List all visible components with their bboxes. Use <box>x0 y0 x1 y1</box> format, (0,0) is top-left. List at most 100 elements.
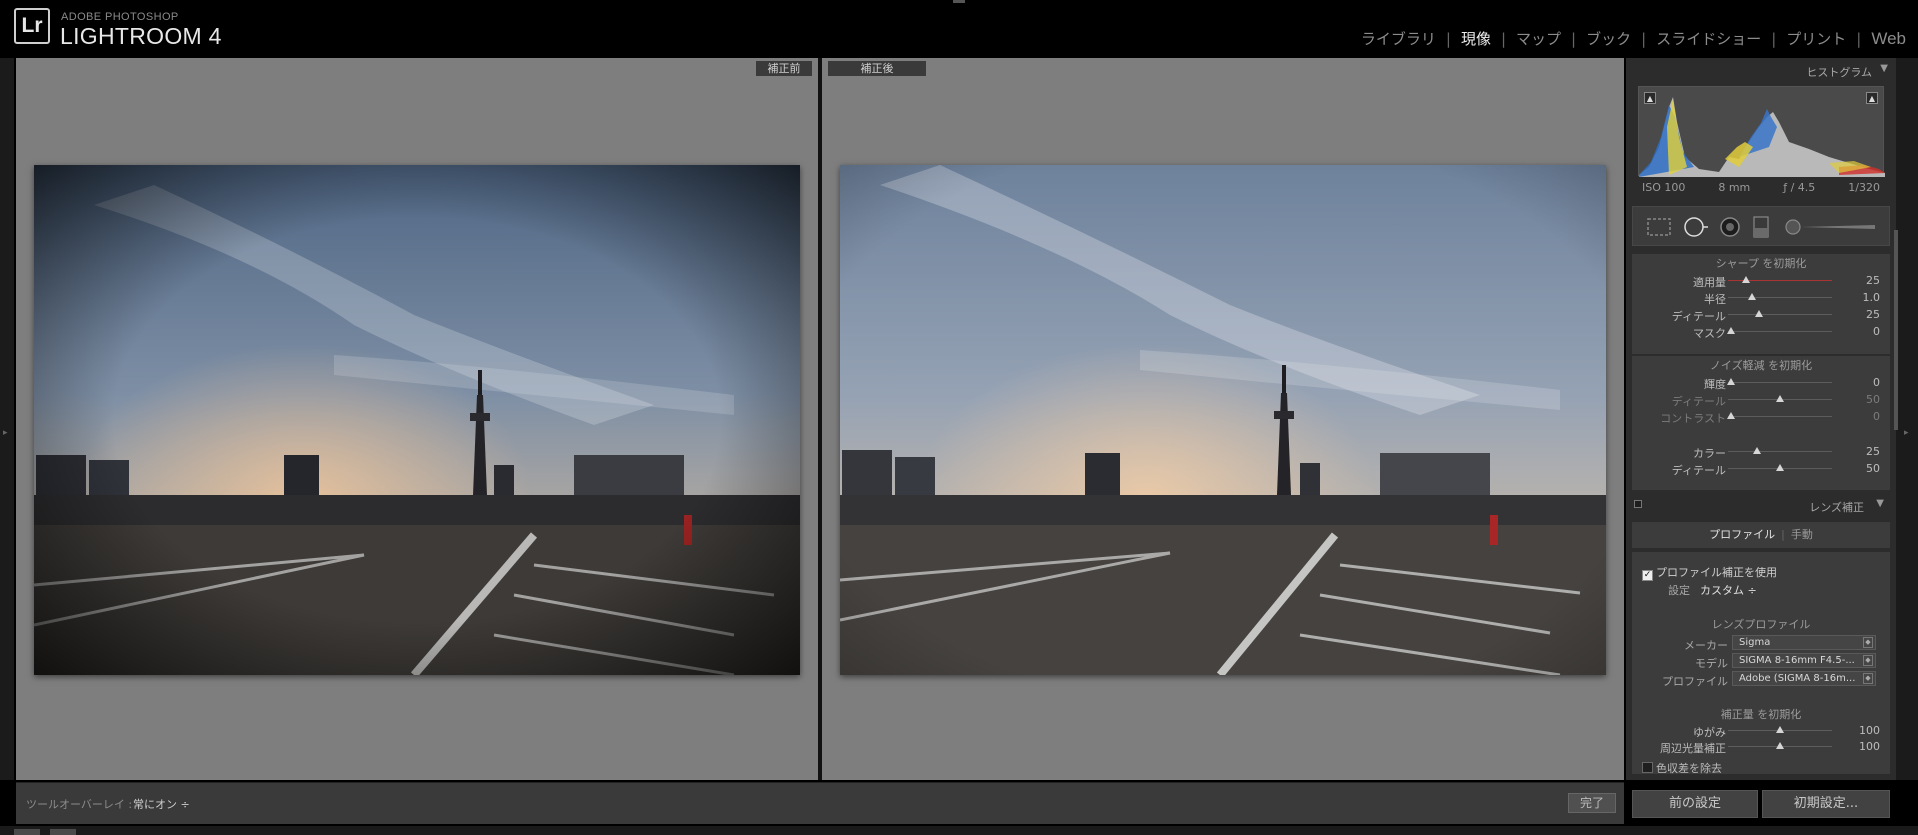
slider-thumb[interactable] <box>1741 276 1750 283</box>
noise-slider-3[interactable]: カラー 25 <box>1632 443 1890 460</box>
top-panel-toggle[interactable] <box>953 0 965 3</box>
module-book[interactable]: ブック <box>1576 28 1641 49</box>
tab-manual[interactable]: 手動 <box>1791 528 1813 541</box>
noise-section: ノイズ軽減 を初期化 輝度 0 ディテール 50 コントラスト 0 カラー 25 ディテール 50 <box>1632 356 1890 490</box>
histogram-header[interactable]: ヒストグラム ▼ <box>1626 58 1896 82</box>
model-select[interactable]: SIGMA 8-16mm F4.5-... ◆ <box>1732 653 1876 668</box>
filmstrip-tab-1[interactable] <box>14 829 40 835</box>
setup-select[interactable]: 設定 カスタム ÷ <box>1668 582 1757 598</box>
brand-subtitle: ADOBE PHOTOSHOP <box>61 11 179 23</box>
sharpen-slider-0[interactable]: 適用量 25 <box>1632 272 1890 289</box>
setup-value: カスタム ÷ <box>1700 584 1757 597</box>
sharpen-slider-3[interactable]: マスク 0 <box>1632 323 1890 340</box>
sharpen-slider-2[interactable]: ディテール 25 <box>1632 306 1890 323</box>
module-map[interactable]: マップ <box>1506 28 1571 49</box>
vignette-value[interactable]: 100 <box>1859 740 1880 753</box>
done-button[interactable]: 完了 <box>1568 793 1616 813</box>
noise-slider-4[interactable]: ディテール 50 <box>1632 460 1890 477</box>
slider-track <box>1728 382 1832 383</box>
sharpen-reset[interactable]: シャープ を初期化 <box>1632 256 1890 272</box>
brand-title: LIGHTROOM 4 <box>60 23 222 49</box>
highlight-clipping-toggle[interactable]: ▲ <box>1866 92 1878 104</box>
lightroom-logo: Lr <box>14 8 50 44</box>
distortion-slider[interactable]: ゆがみ 100 <box>1632 722 1890 739</box>
spot-removal-icon[interactable] <box>1683 216 1709 242</box>
enable-profile-label: プロファイル補正を使用 <box>1656 566 1777 579</box>
slider-label: ディテール <box>1671 395 1726 408</box>
before-photo[interactable] <box>34 165 800 675</box>
slider-value[interactable]: 50 <box>1866 462 1880 475</box>
slider-label: 適用量 <box>1693 276 1726 289</box>
module-slideshow[interactable]: スライドショー <box>1646 28 1771 49</box>
profile-select[interactable]: Adobe (SIGMA 8-16m... ◆ <box>1732 671 1876 686</box>
distortion-value[interactable]: 100 <box>1859 724 1880 737</box>
slider-thumb[interactable] <box>1727 327 1736 334</box>
slider-value[interactable]: 1.0 <box>1863 291 1881 304</box>
module-develop[interactable]: 現像 <box>1451 28 1501 49</box>
lens-correction-header[interactable]: レンズ補正 ▼ <box>1632 494 1890 518</box>
slider-thumb[interactable] <box>1747 293 1756 300</box>
vignette-slider[interactable]: 周辺光量補正 100 <box>1632 738 1890 755</box>
histogram-title: ヒストグラム <box>1806 66 1872 79</box>
slider-value[interactable]: 25 <box>1866 308 1880 321</box>
slider-thumb[interactable] <box>1755 310 1764 317</box>
adjustment-brush-icon[interactable] <box>1783 216 1879 242</box>
module-web[interactable]: Web <box>1861 29 1906 49</box>
slider-thumb[interactable] <box>1776 464 1784 471</box>
noise-reset[interactable]: ノイズ軽減 を初期化 <box>1632 358 1890 374</box>
maker-label: メーカー <box>1684 639 1728 652</box>
model-label: モデル <box>1695 657 1728 670</box>
after-photo[interactable] <box>840 165 1606 675</box>
right-panel-edge[interactable]: ▸ <box>1896 58 1918 780</box>
stepper-icon: ◆ <box>1863 655 1873 666</box>
slider-thumb[interactable] <box>1753 447 1762 454</box>
maker-row: メーカー Sigma ◆ <box>1632 634 1890 652</box>
tool-overlay-label: ツールオーバーレイ : <box>26 798 133 811</box>
sharpen-slider-1[interactable]: 半径 1.0 <box>1632 289 1890 306</box>
left-panel-edge[interactable]: ▸ <box>0 58 14 780</box>
crop-overlay-icon[interactable] <box>1647 218 1671 240</box>
panel-scrollbar[interactable] <box>1894 230 1898 430</box>
filmstrip-tab-2[interactable] <box>50 829 76 835</box>
slider-thumb[interactable] <box>1776 395 1784 402</box>
slider-value[interactable]: 25 <box>1866 445 1880 458</box>
slider-thumb[interactable] <box>1776 726 1784 733</box>
enable-profile-checkbox[interactable]: ✓ プロファイル補正を使用 <box>1642 564 1777 581</box>
slider-thumb[interactable] <box>1727 378 1736 385</box>
slider-track <box>1728 331 1832 332</box>
noise-slider-1[interactable]: ディテール 50 <box>1632 391 1890 408</box>
lens-correction-title: レンズ補正 <box>1809 501 1864 514</box>
noise-slider-2[interactable]: コントラスト 0 <box>1632 408 1890 425</box>
shadow-clipping-toggle[interactable]: ▲ <box>1644 92 1656 104</box>
slider-track <box>1728 314 1832 315</box>
module-library[interactable]: ライブラリ <box>1351 28 1446 49</box>
tool-overlay-select[interactable]: 常にオン ÷ <box>133 796 190 812</box>
filmstrip-edge <box>0 826 1918 835</box>
reset-button[interactable]: 初期設定... <box>1762 790 1890 818</box>
iso-value: ISO 100 <box>1642 181 1686 194</box>
lens-tabs: プロファイル | 手動 <box>1632 522 1890 548</box>
tab-profile[interactable]: プロファイル <box>1709 528 1775 541</box>
noise-slider-0[interactable]: 輝度 0 <box>1632 374 1890 391</box>
slider-value[interactable]: 0 <box>1873 410 1880 423</box>
slider-value[interactable]: 50 <box>1866 393 1880 406</box>
slider-value[interactable]: 0 <box>1873 376 1880 389</box>
remove-ca-checkbox[interactable]: 色収差を除去 <box>1642 760 1722 776</box>
maker-select[interactable]: Sigma ◆ <box>1732 635 1876 650</box>
slider-thumb[interactable] <box>1776 742 1784 749</box>
collapse-triangle-icon[interactable]: ▼ <box>1880 63 1888 74</box>
red-eye-icon[interactable] <box>1719 216 1741 242</box>
slider-thumb[interactable] <box>1727 412 1736 419</box>
lens-panel-switch[interactable] <box>1634 500 1642 508</box>
collapse-triangle-icon[interactable]: ▼ <box>1876 498 1884 509</box>
graduated-filter-icon[interactable] <box>1753 216 1769 242</box>
slider-value[interactable]: 0 <box>1873 325 1880 338</box>
expand-right-icon: ▸ <box>1904 428 1909 438</box>
histogram-graph[interactable]: ▲ ▲ <box>1638 86 1885 177</box>
slider-value[interactable]: 25 <box>1866 274 1880 287</box>
previous-settings-button[interactable]: 前の設定 <box>1632 790 1758 818</box>
before-label: 補正前 <box>756 61 812 76</box>
amount-reset[interactable]: 補正量 を初期化 <box>1632 706 1890 722</box>
shutter-value: 1/320 <box>1848 181 1880 194</box>
module-print[interactable]: プリント <box>1776 28 1856 49</box>
